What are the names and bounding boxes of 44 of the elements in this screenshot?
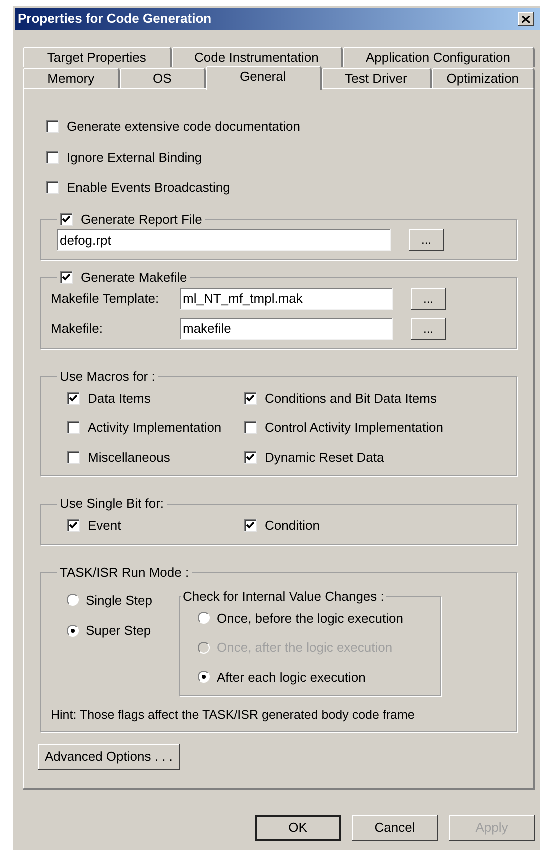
tab[interactable]: Memory bbox=[23, 68, 120, 88]
dialog-button[interactable]: Cancel bbox=[352, 815, 438, 841]
browse-button[interactable]: ... bbox=[411, 288, 446, 310]
tab[interactable]: Application Configuration bbox=[342, 47, 536, 67]
checkbox[interactable]: Ignore External Binding bbox=[46, 148, 533, 167]
checkbox[interactable]: Conditions and Bit Data Items bbox=[244, 388, 506, 408]
checkbox[interactable]: Generate Makefile bbox=[60, 268, 188, 288]
browse-button[interactable]: ... bbox=[409, 229, 444, 251]
checkbox[interactable]: Dynamic Reset Data bbox=[244, 448, 506, 467]
tab[interactable]: OS bbox=[120, 68, 206, 88]
window-title: Properties for Code Generation bbox=[18, 10, 212, 28]
field-label: Makefile Template: bbox=[51, 290, 160, 308]
radio-button[interactable]: Super Step bbox=[67, 621, 179, 640]
advanced-options-button[interactable]: Advanced Options . . . bbox=[38, 744, 180, 770]
radio-button[interactable]: Once, before the logic execution bbox=[198, 608, 422, 628]
tab[interactable]: Code Instrumentation bbox=[172, 47, 343, 67]
close-icon bbox=[522, 16, 530, 22]
radio-button[interactable]: Single Step bbox=[67, 590, 179, 610]
tab[interactable]: Test Driver bbox=[322, 68, 432, 88]
checkbox[interactable]: Data Items bbox=[67, 388, 244, 408]
checkbox[interactable]: Miscellaneous bbox=[67, 448, 244, 467]
group-title: Check for Internal Value Changes : bbox=[183, 588, 384, 604]
hint-text: Hint: Those flags affect the TASK/ISR generated body code frame bbox=[51, 707, 416, 724]
tab[interactable]: Target Properties bbox=[23, 47, 172, 67]
checkbox[interactable]: Activity Implementation bbox=[67, 418, 244, 438]
checkbox[interactable]: Generate Report File bbox=[60, 210, 202, 229]
tab[interactable]: General bbox=[206, 66, 322, 90]
group-title: Use Macros for : bbox=[60, 368, 156, 384]
group-title: Use Single Bit for: bbox=[60, 496, 164, 511]
text-field[interactable]: ml_NT_mf_tmpl.mak bbox=[180, 288, 393, 310]
text-field[interactable]: defog.rpt bbox=[57, 229, 391, 251]
checkbox[interactable]: Generate extensive code documentation bbox=[46, 117, 533, 136]
group-title: TASK/ISR Run Mode : bbox=[60, 564, 190, 580]
browse-button[interactable]: ... bbox=[411, 318, 446, 340]
checkbox[interactable]: Condition bbox=[244, 516, 506, 536]
tab[interactable]: Optimization bbox=[432, 68, 535, 88]
field-label: Makefile: bbox=[51, 320, 104, 338]
checkbox[interactable]: Control Activity Implementation bbox=[244, 418, 506, 438]
close-button[interactable] bbox=[518, 12, 534, 26]
checkbox[interactable]: Enable Events Broadcasting bbox=[46, 178, 533, 198]
radio-button[interactable]: After each logic execution bbox=[198, 668, 422, 687]
checkbox[interactable]: Event bbox=[67, 516, 244, 536]
dialog-button[interactable]: OK bbox=[255, 815, 342, 841]
text-field[interactable]: makefile bbox=[180, 318, 393, 340]
